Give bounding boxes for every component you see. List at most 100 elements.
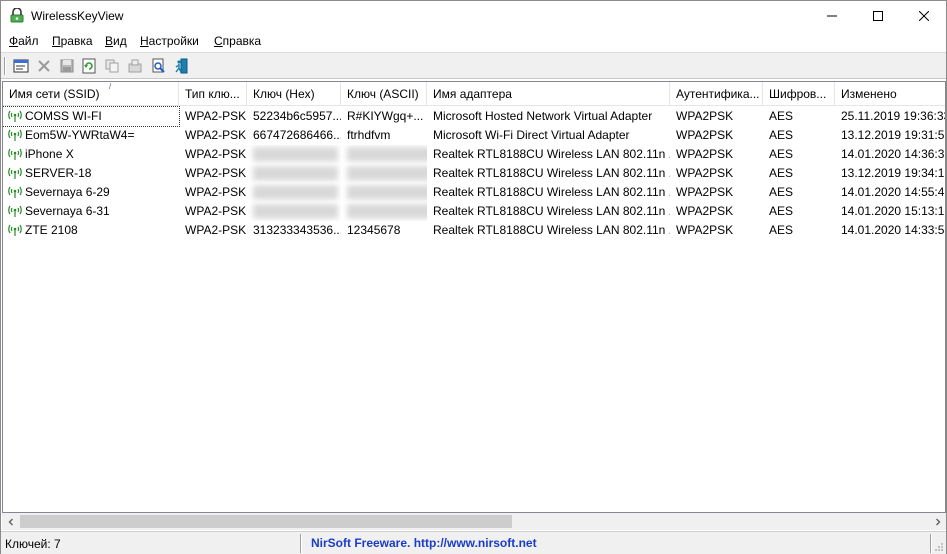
cell-modified[interactable]: 14.01.2020 15:13:12 <box>835 202 945 221</box>
column-encryption-label: Шифров... <box>769 87 827 101</box>
cell-encryption[interactable]: AES <box>763 164 835 183</box>
cell-auth[interactable]: WPA2PSK <box>670 164 763 183</box>
save-button[interactable] <box>58 57 76 75</box>
table-row[interactable]: SERVER-18 WPA2-PSK ██████████ ██████████ Rea… <box>3 164 945 183</box>
nirsoft-link[interactable]: NirSoft Freeware. http://www.nirsoft.net <box>311 536 537 550</box>
delete-button[interactable] <box>35 57 53 75</box>
menu-help-accel: С <box>214 34 223 48</box>
cell-modified[interactable]: 14.01.2020 14:36:33 <box>835 145 945 164</box>
table-row[interactable]: Severnaya 6-29 WPA2-PSK ██████████ ████████… <box>3 183 945 202</box>
table-row[interactable]: Severnaya 6-31 WPA2-PSK ██████████ ████████… <box>3 202 945 221</box>
cell-ssid[interactable]: ZTE 2108 <box>3 221 179 240</box>
cell-adapter[interactable]: Realtek RTL8188CU Wireless LAN 802.11n .… <box>427 221 670 240</box>
cell-key-hex[interactable]: ██████████ <box>247 164 341 183</box>
cell-key-type[interactable]: WPA2-PSK <box>179 164 247 183</box>
export-button[interactable] <box>126 57 144 75</box>
column-header-key-hex[interactable]: Ключ (Hex) <box>247 82 341 106</box>
cell-key-hex-text: 313233343536... <box>253 223 341 237</box>
maximize-button[interactable] <box>855 1 901 31</box>
menu-view[interactable]: Вид <box>105 34 127 48</box>
cell-key-ascii[interactable]: ██████████ <box>341 202 427 221</box>
find-button[interactable] <box>150 57 168 75</box>
cell-key-hex[interactable]: ██████████ <box>247 145 341 164</box>
cell-auth[interactable]: WPA2PSK <box>670 145 763 164</box>
cell-modified[interactable]: 13.12.2019 19:34:16 <box>835 164 945 183</box>
cell-key-type[interactable]: WPA2-PSK <box>179 202 247 221</box>
properties-button[interactable] <box>12 57 30 75</box>
cell-key-ascii[interactable]: ██████████ <box>341 183 427 202</box>
cell-key-type[interactable]: WPA2-PSK <box>179 221 247 240</box>
cell-adapter[interactable]: Realtek RTL8188CU Wireless LAN 802.11n .… <box>427 164 670 183</box>
cell-key-ascii-text: ftrhdfvm <box>347 128 391 142</box>
cell-auth[interactable]: WPA2PSK <box>670 221 763 240</box>
column-header-modified[interactable]: Изменено <box>835 82 945 106</box>
cell-modified[interactable]: 14.01.2020 14:55:46 <box>835 183 945 202</box>
cell-key-type[interactable]: WPA2-PSK <box>179 145 247 164</box>
cell-encryption[interactable]: AES <box>763 221 835 240</box>
column-header-ssid[interactable]: Имя сети (SSID) <box>3 82 179 106</box>
cell-key-type[interactable]: WPA2-PSK <box>179 107 247 126</box>
cell-key-type[interactable]: WPA2-PSK <box>179 126 247 145</box>
column-header-auth[interactable]: Аутентифика... <box>670 82 763 106</box>
column-header-adapter[interactable]: Имя адаптера <box>427 82 670 106</box>
menu-help[interactable]: Справка <box>214 34 261 48</box>
exit-button[interactable] <box>172 57 190 75</box>
cell-modified[interactable]: 13.12.2019 19:31:57 <box>835 126 945 145</box>
close-button[interactable] <box>901 1 947 31</box>
scroll-left-button[interactable] <box>2 513 19 530</box>
scroll-thumb[interactable] <box>20 515 512 528</box>
cell-auth[interactable]: WPA2PSK <box>670 183 763 202</box>
cell-key-hex[interactable]: ██████████ <box>247 202 341 221</box>
cell-key-ascii[interactable]: ftrhdfvm <box>341 126 427 145</box>
refresh-button[interactable] <box>80 57 98 75</box>
cell-key-ascii[interactable]: ██████████ <box>341 145 427 164</box>
cell-auth[interactable]: WPA2PSK <box>670 126 763 145</box>
horizontal-scrollbar[interactable] <box>2 513 946 530</box>
cell-key-hex[interactable]: 52234b6c5957... <box>247 107 341 126</box>
cell-ssid[interactable]: Severnaya 6-29 <box>3 183 179 202</box>
cell-key-ascii[interactable]: 12345678 <box>341 221 427 240</box>
cell-key-ascii[interactable]: ██████████ <box>341 164 427 183</box>
cell-adapter[interactable]: Realtek RTL8188CU Wireless LAN 802.11n .… <box>427 202 670 221</box>
cell-key-hex[interactable]: 667472686466... <box>247 126 341 145</box>
cell-key-hex[interactable]: ██████████ <box>247 183 341 202</box>
cell-encryption[interactable]: AES <box>763 183 835 202</box>
sort-indicator-icon: / <box>109 82 112 91</box>
cell-ssid[interactable]: iPhone X <box>3 145 179 164</box>
column-header-encryption[interactable]: Шифров... <box>763 82 835 106</box>
cell-adapter[interactable]: Microsoft Wi-Fi Direct Virtual Adapter <box>427 126 670 145</box>
copy-button[interactable] <box>103 57 121 75</box>
column-header-key-ascii[interactable]: Ключ (ASCII) <box>341 82 427 106</box>
cell-encryption[interactable]: AES <box>763 202 835 221</box>
table-row[interactable]: Eom5W-YWRtaW4= WPA2-PSK 667472686466... ftr… <box>3 126 945 145</box>
minimize-button[interactable] <box>809 1 855 31</box>
menu-options[interactable]: Настройки <box>140 34 199 48</box>
cell-auth[interactable]: WPA2PSK <box>670 107 763 126</box>
resize-grip-icon[interactable] <box>934 542 944 552</box>
menu-edit[interactable]: Правка <box>52 34 93 48</box>
column-header-key-type[interactable]: Тип клю... <box>179 82 247 106</box>
cell-encryption[interactable]: AES <box>763 145 835 164</box>
cell-ssid[interactable]: SERVER-18 <box>3 164 179 183</box>
table-row[interactable]: iPhone X WPA2-PSK ██████████ ██████████ Real… <box>3 145 945 164</box>
cell-modified[interactable]: 14.01.2020 14:33:58 <box>835 221 945 240</box>
title-bar[interactable]: WirelessKeyView <box>1 1 946 31</box>
scroll-right-button[interactable] <box>929 513 946 530</box>
cell-modified[interactable]: 25.11.2019 19:36:33 <box>835 107 945 126</box>
cell-ssid[interactable]: Eom5W-YWRtaW4= <box>3 126 179 145</box>
network-list[interactable]: Имя сети (SSID) / Тип клю... Ключ (Hex) … <box>2 81 946 513</box>
menu-file[interactable]: Файл <box>9 34 39 48</box>
cell-key-hex[interactable]: 313233343536... <box>247 221 341 240</box>
cell-encryption[interactable]: AES <box>763 126 835 145</box>
cell-auth[interactable]: WPA2PSK <box>670 202 763 221</box>
cell-adapter[interactable]: Realtek RTL8188CU Wireless LAN 802.11n .… <box>427 183 670 202</box>
cell-key-ascii[interactable]: R#KIYWgq+... <box>341 107 427 126</box>
cell-ssid[interactable]: COMSS WI-FI <box>3 106 180 127</box>
cell-adapter[interactable]: Realtek RTL8188CU Wireless LAN 802.11n .… <box>427 145 670 164</box>
cell-adapter[interactable]: Microsoft Hosted Network Virtual Adapter <box>427 107 670 126</box>
table-row[interactable]: COMSS WI-FI WPA2-PSK 52234b6c5957... R#KIYW… <box>3 106 945 127</box>
cell-key-type[interactable]: WPA2-PSK <box>179 183 247 202</box>
cell-encryption[interactable]: AES <box>763 107 835 126</box>
cell-ssid[interactable]: Severnaya 6-31 <box>3 202 179 221</box>
table-row[interactable]: ZTE 2108 WPA2-PSK 313233343536... 12345678 R… <box>3 221 945 240</box>
